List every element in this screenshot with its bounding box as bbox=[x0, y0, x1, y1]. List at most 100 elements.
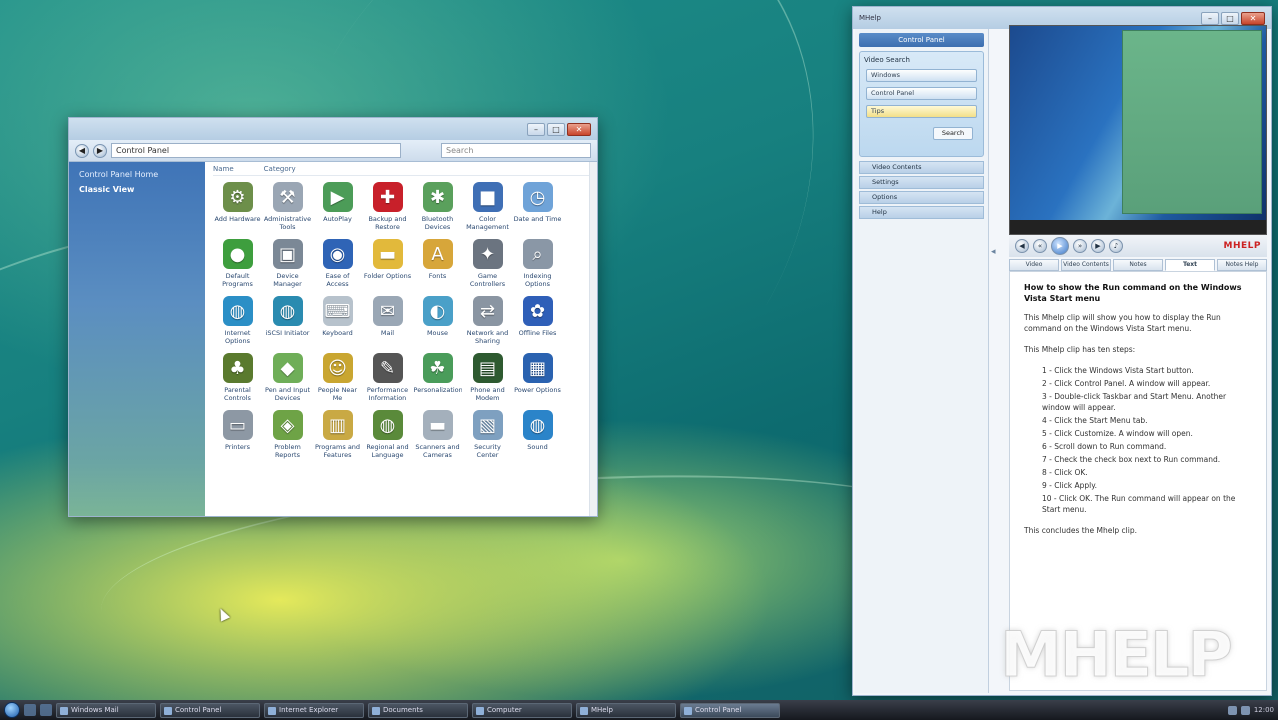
control-panel-item[interactable]: ▭ Printers bbox=[213, 410, 262, 459]
taskbar-button[interactable]: MHelp bbox=[576, 702, 676, 718]
control-panel-item[interactable]: ✎ Performance Information bbox=[363, 353, 412, 402]
back-icon[interactable]: ◀ bbox=[75, 143, 89, 158]
control-panel-item[interactable]: ▶ AutoPlay bbox=[313, 182, 362, 231]
close-button[interactable]: ✕ bbox=[567, 122, 591, 136]
search-field-1[interactable]: Windows bbox=[866, 69, 977, 82]
maximize-button[interactable]: □ bbox=[547, 122, 565, 136]
control-panel-item[interactable]: ▦ Power Options bbox=[513, 353, 562, 402]
control-panel-item[interactable]: ● Default Programs bbox=[213, 239, 262, 288]
taskbar-button[interactable]: Control Panel bbox=[160, 702, 260, 718]
control-panel-item[interactable]: ◍ Sound bbox=[513, 410, 562, 459]
control-panel-item[interactable]: ◍ Internet Options bbox=[213, 296, 262, 345]
control-panel-item[interactable]: ⚒ Administrative Tools bbox=[263, 182, 312, 231]
control-panel-item-label: Ease of Access bbox=[325, 272, 350, 288]
control-panel-item[interactable]: ◍ iSCSI Initiator bbox=[263, 296, 312, 345]
control-panel-item[interactable]: ▧ Security Center bbox=[463, 410, 512, 459]
help-tab[interactable]: Video bbox=[1009, 259, 1059, 271]
control-panel-item[interactable]: ◉ Ease of Access bbox=[313, 239, 362, 288]
panel-splitter-icon[interactable]: ◂ bbox=[991, 247, 999, 277]
control-panel-item-label: Indexing Options bbox=[523, 272, 552, 288]
control-panel-item[interactable]: ◍ Regional and Language bbox=[363, 410, 412, 459]
control-panel-item[interactable]: ▬ Scanners and Cameras bbox=[413, 410, 462, 459]
sidebar-item-classic-view[interactable]: Classic View bbox=[79, 185, 195, 194]
nav-row-contents[interactable]: Video Contents bbox=[859, 161, 984, 174]
quick-launch-desktop-icon[interactable] bbox=[24, 704, 36, 716]
previous-icon[interactable]: ◀ bbox=[1015, 239, 1029, 253]
help-tab[interactable]: Notes bbox=[1113, 259, 1163, 271]
close-button[interactable]: ✕ bbox=[1241, 11, 1265, 25]
system-tray: 12:00 bbox=[1227, 705, 1274, 715]
control-panel-item-label: Folder Options bbox=[363, 272, 412, 280]
video-player-screen[interactable] bbox=[1009, 25, 1267, 235]
control-panel-item[interactable]: ✉ Mail bbox=[363, 296, 412, 345]
panel-header-button[interactable]: Control Panel bbox=[859, 33, 984, 47]
taskbar-button[interactable]: Internet Explorer bbox=[264, 702, 364, 718]
play-icon[interactable]: ▶ bbox=[1051, 237, 1069, 255]
taskbar-button[interactable]: Windows Mail bbox=[56, 702, 156, 718]
volume-tray-icon[interactable] bbox=[1240, 705, 1250, 715]
control-panel-item[interactable]: ⌨ Keyboard bbox=[313, 296, 362, 345]
taskbar-button[interactable]: Control Panel bbox=[680, 702, 780, 718]
control-panel-item[interactable]: ✿ Offline Files bbox=[513, 296, 562, 345]
search-input[interactable]: Search bbox=[441, 143, 591, 158]
control-panel-item-label: Pen and Input Devices bbox=[265, 386, 310, 402]
column-header-name[interactable]: Name bbox=[213, 165, 234, 173]
control-panel-item[interactable]: ▤ Phone and Modem bbox=[463, 353, 512, 402]
forward-icon[interactable]: » bbox=[1073, 239, 1087, 253]
power-icon: ▦ bbox=[522, 353, 553, 383]
minimize-button[interactable]: – bbox=[527, 122, 545, 136]
control-panel-item[interactable]: ☺ People Near Me bbox=[313, 353, 362, 402]
volume-icon[interactable]: ♪ bbox=[1109, 239, 1123, 253]
control-panel-item[interactable]: ■ Color Management bbox=[463, 182, 512, 231]
control-panel-item[interactable]: ◆ Pen and Input Devices bbox=[263, 353, 312, 402]
taskbar-buttons: Windows Mail Control Panel Internet Explor… bbox=[56, 702, 780, 718]
control-panel-item[interactable]: ☘ Personalization bbox=[413, 353, 462, 402]
taskbar-button[interactable]: Computer bbox=[472, 702, 572, 718]
start-button[interactable] bbox=[4, 702, 20, 718]
control-panel-titlebar[interactable]: – □ ✕ bbox=[69, 118, 597, 140]
search-field-3[interactable]: Tips bbox=[866, 105, 977, 118]
maximize-button[interactable]: □ bbox=[1221, 11, 1239, 25]
video-progress-bar[interactable] bbox=[1010, 220, 1266, 234]
help-tab[interactable]: Text bbox=[1165, 259, 1215, 271]
control-panel-item[interactable]: ✱ Bluetooth Devices bbox=[413, 182, 462, 231]
control-panel-item[interactable]: ◐ Mouse bbox=[413, 296, 462, 345]
help-window-title: MHelp bbox=[859, 14, 881, 22]
control-panel-item[interactable]: ▥ Programs and Features bbox=[313, 410, 362, 459]
rewind-icon[interactable]: « bbox=[1033, 239, 1047, 253]
nav-row-settings[interactable]: Settings bbox=[859, 176, 984, 189]
next-icon[interactable]: ▶ bbox=[1091, 239, 1105, 253]
search-field-2[interactable]: Control Panel bbox=[866, 87, 977, 100]
control-panel-item-label: Default Programs bbox=[222, 272, 253, 288]
control-panel-item[interactable]: ◈ Problem Reports bbox=[263, 410, 312, 459]
help-tab[interactable]: Video Contents bbox=[1061, 259, 1111, 271]
hardware-icon: ⚙ bbox=[222, 182, 253, 212]
control-panel-item[interactable]: A Fonts bbox=[413, 239, 462, 288]
help-tab[interactable]: Notes Help bbox=[1217, 259, 1267, 271]
column-header-category[interactable]: Category bbox=[264, 165, 296, 173]
network-tray-icon[interactable] bbox=[1227, 705, 1237, 715]
control-panel-item[interactable]: ✚ Backup and Restore Center bbox=[363, 182, 412, 231]
minimize-button[interactable]: – bbox=[1201, 11, 1219, 25]
control-panel-item[interactable]: ⚙ Add Hardware bbox=[213, 182, 262, 231]
control-panel-item[interactable]: ▬ Folder Options bbox=[363, 239, 412, 288]
help-window: MHelp – □ ✕ Control Panel Video Search W… bbox=[852, 6, 1272, 696]
article-intro: This Mhelp clip will show you how to dis… bbox=[1024, 313, 1221, 333]
search-button[interactable]: Search bbox=[933, 127, 973, 140]
sidebar-item-home[interactable]: Control Panel Home bbox=[79, 170, 195, 179]
control-panel-item[interactable]: ▣ Device Manager bbox=[263, 239, 312, 288]
address-field[interactable]: Control Panel bbox=[111, 143, 401, 158]
taskbar-button[interactable]: Documents bbox=[368, 702, 468, 718]
control-panel-item[interactable]: ♣ Parental Controls bbox=[213, 353, 262, 402]
nav-row-help[interactable]: Help bbox=[859, 206, 984, 219]
control-panel-item[interactable]: ✦ Game Controllers bbox=[463, 239, 512, 288]
forward-icon[interactable]: ▶ bbox=[93, 143, 107, 158]
control-panel-item[interactable]: ◷ Date and Time bbox=[513, 182, 562, 231]
vertical-scrollbar[interactable] bbox=[589, 162, 597, 516]
programs-icon: ▥ bbox=[322, 410, 353, 440]
quick-launch-ie-icon[interactable] bbox=[40, 704, 52, 716]
control-panel-item[interactable]: ⇄ Network and Sharing Center bbox=[463, 296, 512, 345]
clock[interactable]: 12:00 bbox=[1254, 706, 1274, 714]
nav-row-options[interactable]: Options bbox=[859, 191, 984, 204]
control-panel-item[interactable]: ⌕ Indexing Options bbox=[513, 239, 562, 288]
